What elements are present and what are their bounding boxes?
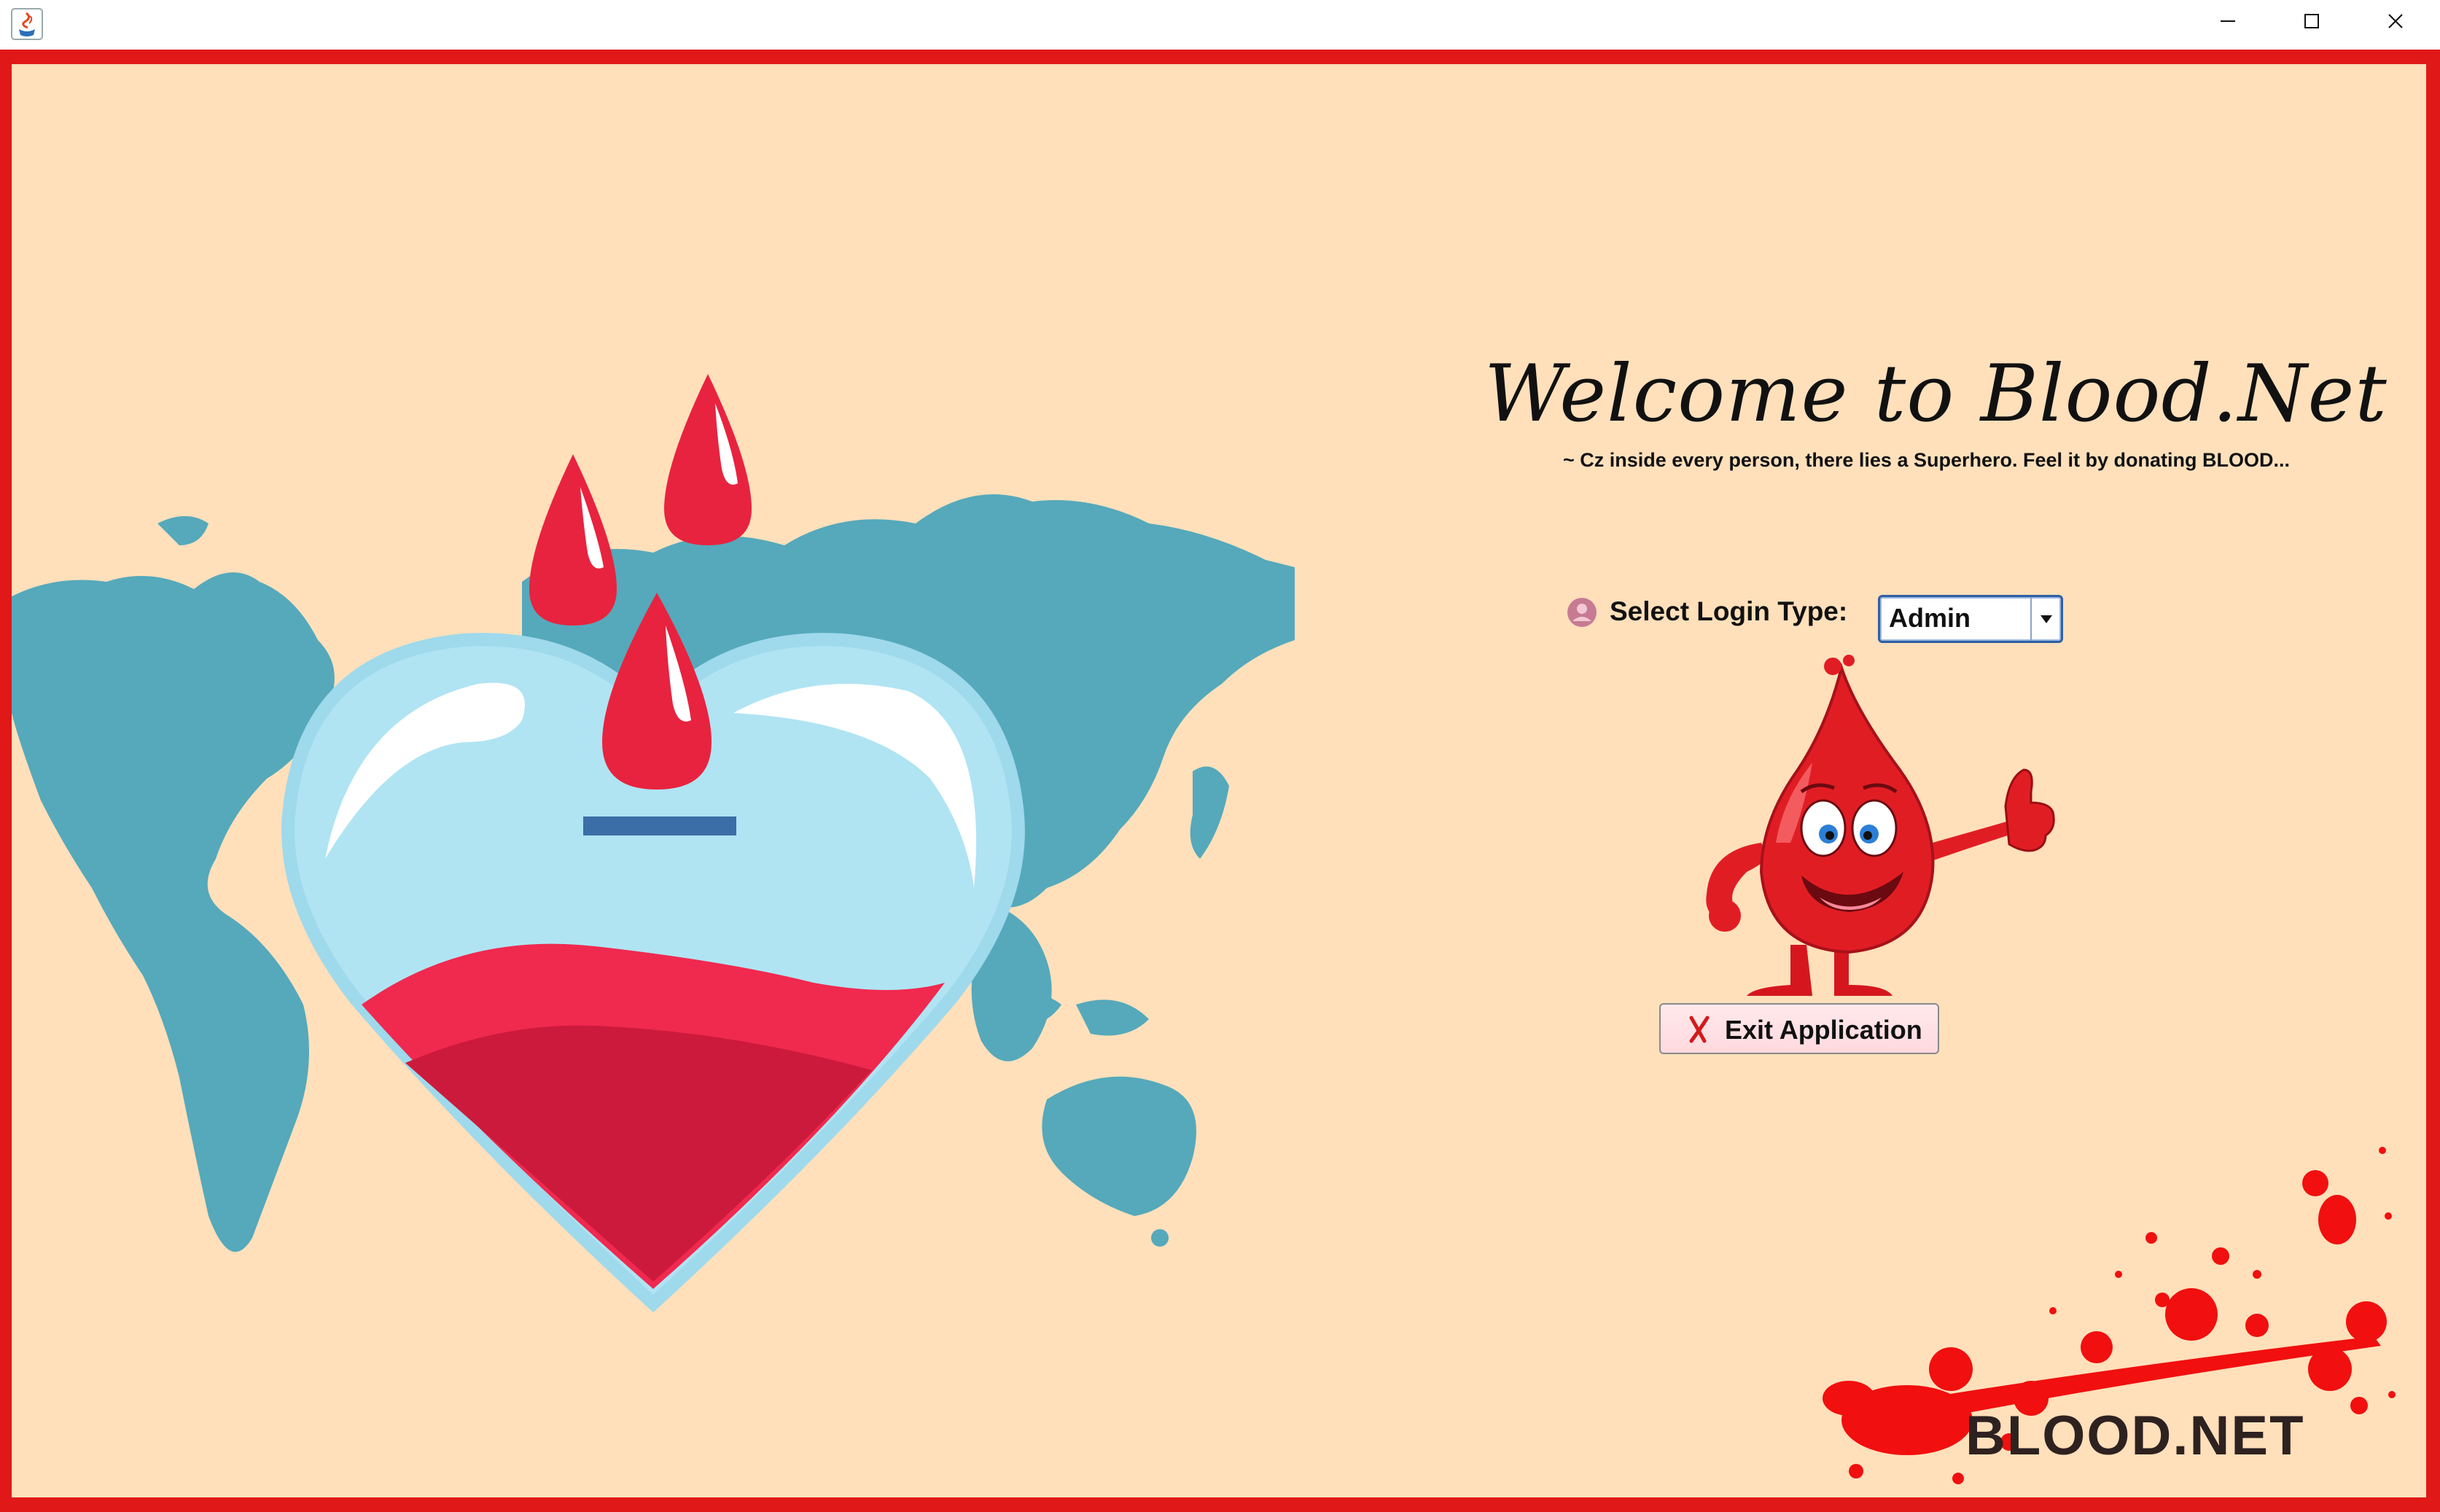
close-button[interactable] (2355, 0, 2436, 42)
java-icon[interactable] (10, 7, 44, 41)
main-panel: Welcome to Blood.Net ~ Cz inside every p… (12, 64, 2426, 1497)
login-type-label: Select Login Type: (1610, 596, 1848, 626)
window-frame: Welcome to Blood.Net ~ Cz inside every p… (0, 50, 2440, 1512)
world-map-heart-illustration (12, 374, 1295, 1313)
login-type-select[interactable]: Admin (1878, 595, 2063, 643)
minimize-icon (2221, 20, 2235, 22)
brand-logo-text: BLOOD.NET (1965, 1405, 2305, 1467)
user-icon (1567, 598, 1597, 627)
welcome-title: Welcome to Blood.Net (1484, 348, 2388, 440)
x-icon (1689, 1016, 1710, 1043)
blood-drop-mascot (1706, 655, 2055, 996)
exit-application-label: Exit Application (1725, 1015, 1922, 1045)
exit-application-button[interactable]: Exit Application (1659, 1003, 1939, 1054)
tagline: ~ Cz inside every person, there lies a S… (1563, 449, 2290, 471)
chevron-down-icon (2041, 615, 2052, 623)
window-titlebar (0, 0, 2440, 50)
maximize-button[interactable] (2271, 0, 2353, 42)
dropdown-arrow[interactable] (2030, 597, 2061, 641)
maximize-icon (2304, 14, 2319, 28)
minimize-button[interactable] (2187, 0, 2269, 42)
close-icon (2388, 14, 2403, 28)
login-type-selected-value: Admin (1889, 603, 1971, 633)
